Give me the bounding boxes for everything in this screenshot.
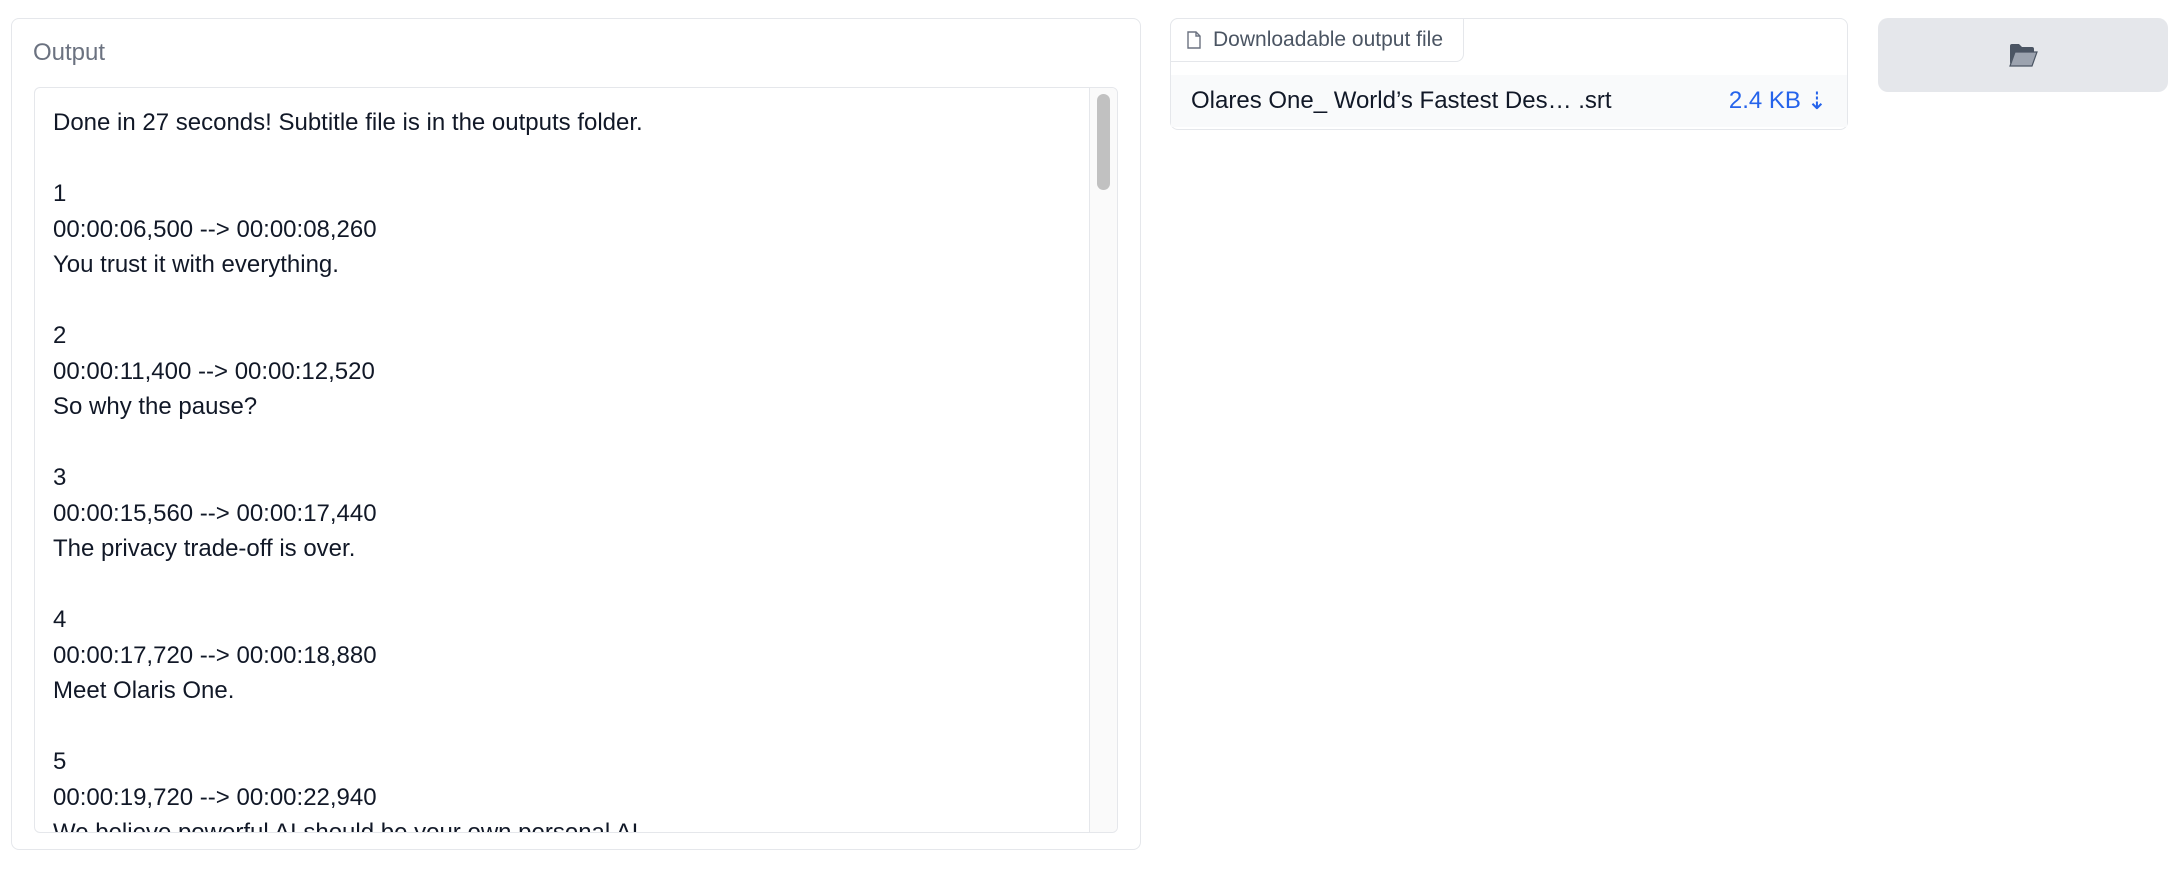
- open-folder-icon: [2009, 44, 2038, 67]
- document-icon: [1187, 31, 1201, 49]
- file-output-label: Downloadable output file: [1170, 18, 1464, 62]
- file-row[interactable]: Olares One_ World’s Fastest Des… .srt 2.…: [1171, 75, 1847, 127]
- file-output-label-text: Downloadable output file: [1213, 28, 1443, 51]
- file-name: Olares One_ World’s Fastest Des… .srt: [1191, 87, 1612, 114]
- file-size[interactable]: 2.4 KB: [1729, 87, 1801, 115]
- output-textbox[interactable]: Done in 27 seconds! Subtitle file is in …: [34, 87, 1118, 833]
- open-folder-button[interactable]: [1878, 18, 2168, 92]
- output-scrollbar-thumb[interactable]: [1097, 94, 1110, 190]
- file-output-panel: Downloadable output file Olares One_ Wor…: [1170, 18, 1848, 130]
- output-text[interactable]: Done in 27 seconds! Subtitle file is in …: [53, 105, 1077, 832]
- download-arrow-icon[interactable]: ⇣: [1807, 87, 1827, 116]
- download-link[interactable]: 2.4 KB ⇣: [1729, 87, 1827, 116]
- output-label: Output: [33, 39, 106, 66]
- output-panel: Output Done in 27 seconds! Subtitle file…: [11, 18, 1141, 850]
- output-scrollbar[interactable]: [1089, 88, 1117, 832]
